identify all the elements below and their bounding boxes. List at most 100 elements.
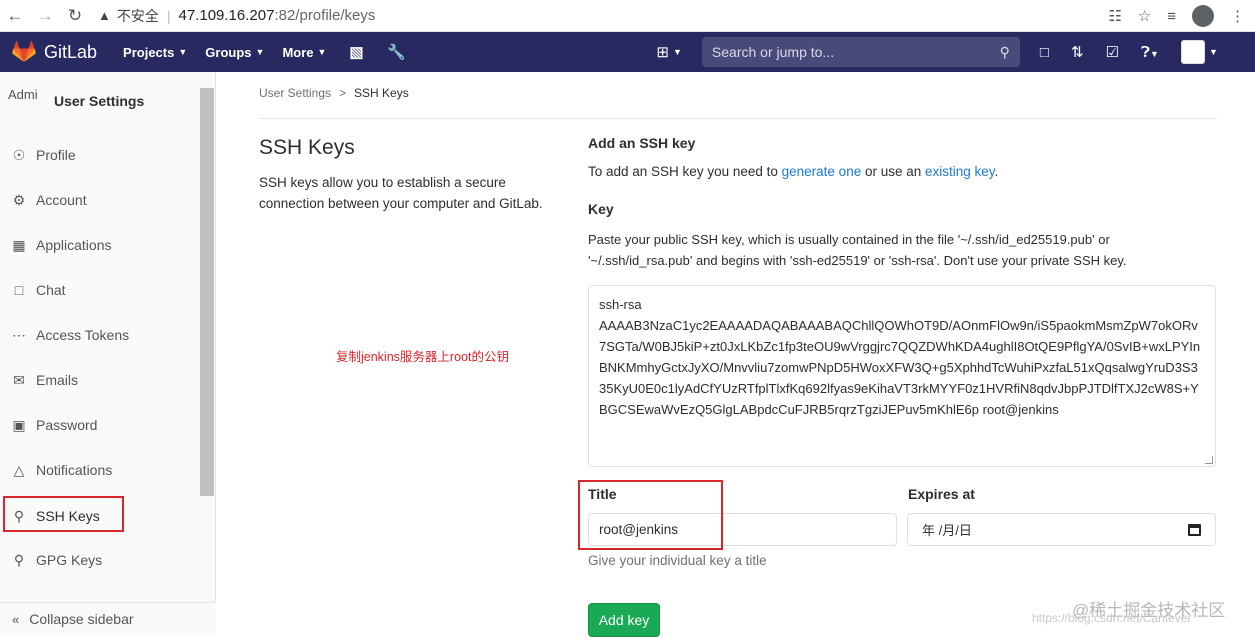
expires-date-input[interactable]: 年 /月/日: [907, 513, 1216, 546]
collapse-sidebar-button[interactable]: « Collapse sidebar: [0, 602, 216, 635]
profile-icon[interactable]: [1192, 5, 1214, 27]
sidebar-item-gpg-keys[interactable]: ⚲ GPG Keys: [0, 540, 200, 580]
sidebar-item-label: GPG Keys: [36, 552, 103, 568]
annotation-text: 复制jenkins服务器上root的公钥: [336, 350, 509, 364]
form-heading: Add an SSH key: [588, 135, 696, 151]
menu-groups[interactable]: Groups ▼: [205, 45, 264, 60]
new-item-dropdown[interactable]: ⊞ ▼: [656, 43, 682, 61]
highlight-box: [578, 480, 723, 550]
browser-actions: ☷ ☆ ≡ ⋮: [1108, 0, 1245, 32]
gitlab-logo-text: GitLab: [44, 41, 98, 62]
menu-more-label: More: [282, 44, 314, 60]
envelope-icon: ✉: [13, 371, 25, 388]
page-title: SSH Keys: [259, 136, 355, 159]
desc-middle: or use an: [861, 164, 926, 179]
reading-list-icon[interactable]: ≡: [1167, 8, 1176, 25]
breadcrumb: User Settings > SSH Keys: [259, 86, 409, 100]
breadcrumb-parent[interactable]: User Settings: [259, 86, 331, 100]
sidebar-item-password[interactable]: ▣ Password: [0, 405, 200, 445]
sidebar-item-label: Emails: [36, 372, 79, 388]
avatar: Admi: [8, 87, 38, 102]
user-menu[interactable]: ▼: [1180, 40, 1218, 64]
existing-key-link[interactable]: existing key: [925, 164, 995, 179]
highlight-box: [3, 496, 124, 532]
desc-prefix: To add an SSH key you need to: [588, 164, 782, 179]
star-icon[interactable]: ☆: [1138, 7, 1151, 25]
breadcrumb-current: SSH Keys: [354, 86, 409, 100]
chevron-down-icon: ▼: [178, 47, 188, 57]
key-textarea[interactable]: ssh-rsa AAAAB3NzaC1yc2EAAAADAQABAAABAQCh…: [588, 285, 1216, 467]
sidebar-item-profile[interactable]: ☉ Profile: [0, 135, 200, 175]
browser-toolbar: ← → ↻ ▲ 不安全 | 47.109.16.207:82/profile/k…: [0, 0, 1255, 32]
sidebar-item-label: Applications: [36, 237, 112, 253]
activity-chart-icon[interactable]: ▧: [344, 40, 368, 64]
key-label: Key: [588, 201, 614, 217]
lock-icon: ▣: [12, 416, 26, 433]
issues-icon[interactable]: ☑: [1106, 43, 1119, 61]
url-path: :82/profile/keys: [274, 7, 376, 24]
sidebar-item-ssh-keys[interactable]: ⚲ SSH Keys: [0, 496, 200, 536]
chevron-down-icon: ▼: [317, 47, 327, 57]
search-placeholder: Search or jump to...: [711, 44, 835, 60]
menu-projects[interactable]: Projects ▼: [123, 45, 187, 60]
back-arrow-icon[interactable]: ←: [0, 1, 30, 31]
desc-suffix: .: [994, 164, 999, 179]
page-description: SSH keys allow you to establish a secure…: [259, 175, 543, 211]
sidebar-header: Admi User Settings: [8, 84, 144, 118]
reload-icon[interactable]: ↻: [60, 1, 90, 31]
key-help-text: Paste your public SSH key, which is usua…: [588, 232, 1127, 268]
help-icon[interactable]: ❓︎▼: [1141, 44, 1159, 61]
admin-wrench-icon[interactable]: 🔧: [384, 40, 408, 64]
sidebar-item-account[interactable]: ⚙ Account: [0, 180, 200, 220]
user-circle-icon: ☉: [12, 146, 26, 163]
account-gear-icon: ⚙: [12, 191, 26, 208]
sidebar-item-notifications[interactable]: △ Notifications: [0, 450, 200, 490]
more-icon[interactable]: ⋮: [1230, 7, 1245, 25]
chevron-down-icon: ▼: [673, 47, 682, 57]
sidebar-item-label: Chat: [36, 282, 66, 298]
generate-one-link[interactable]: generate one: [782, 164, 862, 179]
sidebar-item-applications[interactable]: ▦ Applications: [0, 225, 200, 265]
url-text: 47.109.16.207:82/profile/keys: [179, 7, 376, 24]
gitlab-logo[interactable]: GitLab: [12, 41, 97, 63]
sidebar-scrollbar[interactable]: [200, 88, 214, 496]
warning-icon: ▲: [98, 8, 111, 23]
bell-icon: △: [13, 461, 25, 478]
url-host: 47.109.16.207: [178, 7, 275, 24]
double-chevron-left-icon: «: [12, 611, 20, 627]
sidebar-item-emails[interactable]: ✉ Emails: [0, 360, 200, 400]
breadcrumb-separator: >: [339, 86, 347, 100]
plus-square-icon: ⊞: [656, 44, 669, 61]
settings-sidebar: Admi User Settings ☉ Profile ⚙ Account ▦ Ap…: [0, 72, 216, 635]
chevron-down-icon: ▼: [255, 47, 265, 57]
todo-icon[interactable]: □: [1040, 44, 1049, 61]
tanuki-icon: [12, 41, 36, 62]
expires-value: 年 /月/日: [922, 523, 972, 538]
calendar-icon[interactable]: [1188, 523, 1201, 536]
key-value: ssh-rsa AAAAB3NzaC1yc2EAAAADAQABAAABAQCh…: [599, 297, 1201, 417]
translate-icon[interactable]: ☷: [1108, 7, 1121, 25]
title-help-text: Give your individual key a title: [588, 553, 767, 568]
sidebar-item-label: Password: [36, 417, 98, 433]
form-description: To add an SSH key you need to generate o…: [588, 164, 998, 179]
sidebar-item-label: Profile: [36, 147, 76, 163]
security-label: 不安全: [116, 7, 159, 24]
expires-label: Expires at: [908, 486, 975, 502]
user-avatar: [1180, 40, 1205, 64]
sidebar-title: User Settings: [54, 93, 145, 109]
applications-grid-icon: ▦: [12, 236, 26, 253]
add-key-button[interactable]: Add key: [588, 603, 660, 637]
forward-arrow-icon[interactable]: →: [30, 1, 60, 31]
header-right-icons: □ ⇅ ☑ ❓︎▼ ▼: [1040, 40, 1218, 64]
top-menu: Projects ▼ Groups ▼ More ▼ ▧ 🔧: [123, 40, 424, 64]
menu-projects-label: Projects: [123, 44, 175, 60]
address-bar[interactable]: ▲ 不安全 | 47.109.16.207:82/profile/keys: [98, 6, 375, 26]
search-input[interactable]: Search or jump to... ⚲: [701, 37, 1020, 67]
sidebar-item-access-tokens[interactable]: ⋯ Access Tokens: [0, 315, 200, 355]
merge-request-icon[interactable]: ⇅: [1071, 43, 1084, 61]
sidebar-item-chat[interactable]: □ Chat: [0, 270, 200, 310]
resize-handle-icon[interactable]: [1205, 456, 1213, 464]
sidebar-item-label: Notifications: [36, 462, 113, 478]
menu-more[interactable]: More ▼: [282, 45, 326, 60]
gitlab-header: GitLab Projects ▼ Groups ▼ More ▼ ▧ 🔧 ⊞ ▼ Se…: [0, 32, 1255, 72]
